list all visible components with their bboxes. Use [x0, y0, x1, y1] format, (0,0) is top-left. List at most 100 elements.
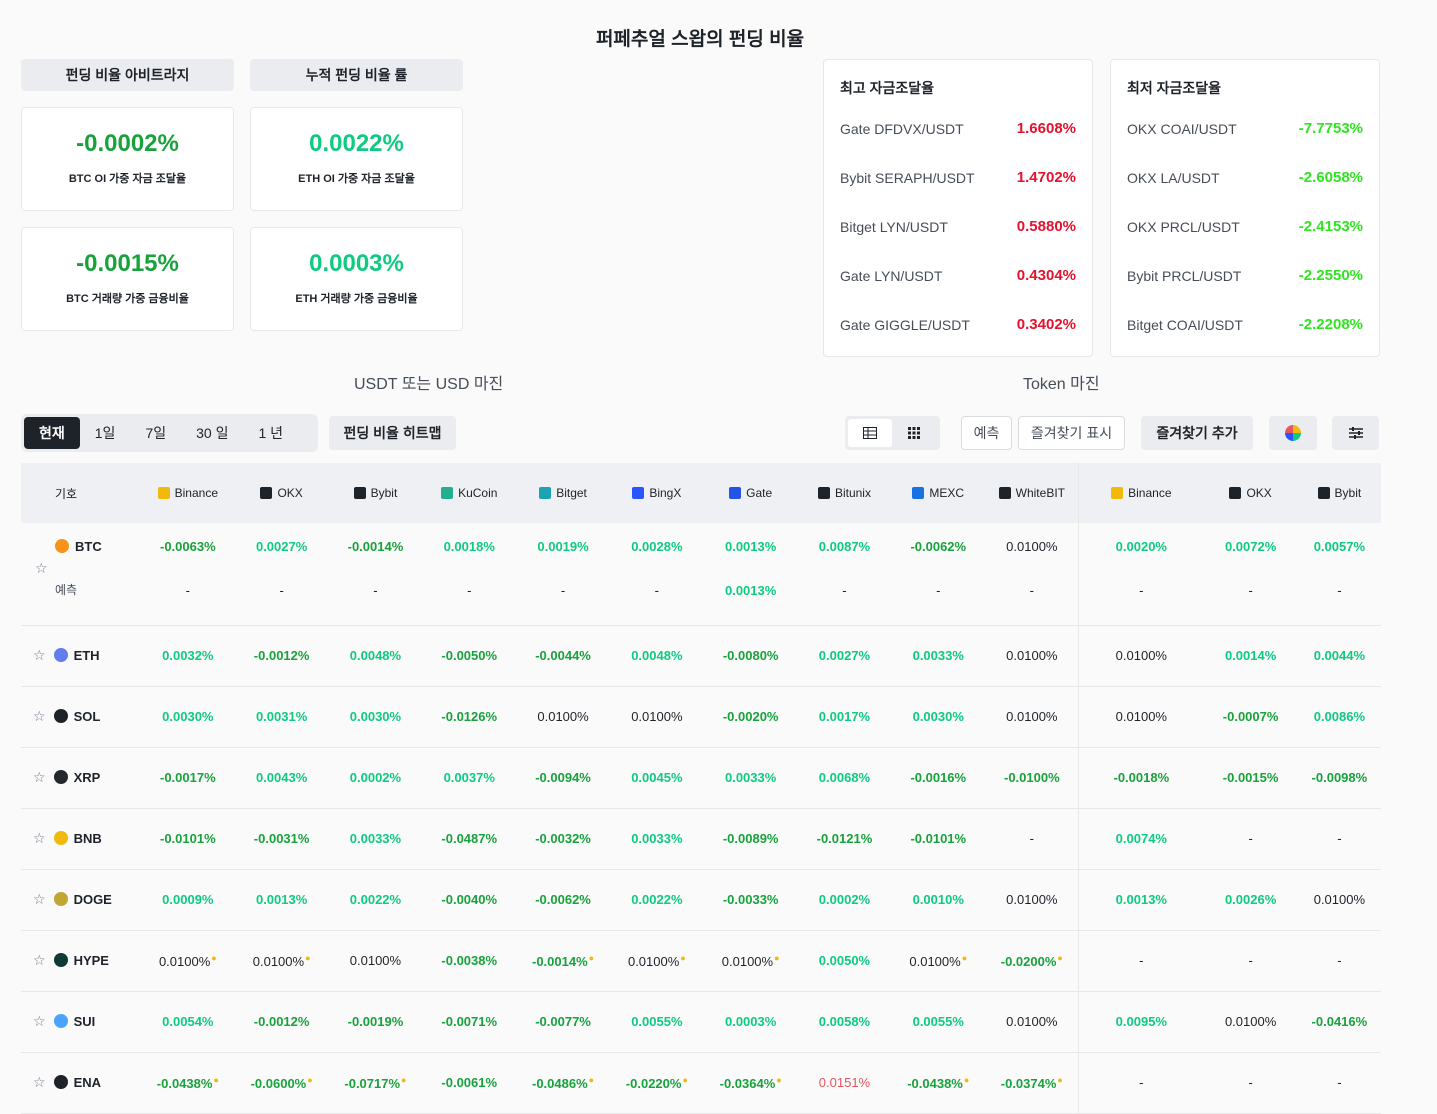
funding-rate-cell[interactable]: -: [1298, 930, 1381, 991]
funding-rate-cell[interactable]: 0.0009%: [141, 869, 235, 930]
funding-rate-cell[interactable]: 0.0003%: [704, 991, 798, 1052]
table-row-xrp[interactable]: ☆ XRP -0.0017% 0.0043% 0.0002% 0.0037% -0.0094…: [21, 747, 1381, 808]
exchange-header-bybit[interactable]: Bybit: [1298, 463, 1381, 523]
period-tab-now[interactable]: 현재: [24, 417, 80, 449]
funding-rate-cell[interactable]: 0.0028%: [610, 523, 703, 577]
funding-rate-cell[interactable]: 0.0020%: [1078, 523, 1204, 577]
funding-rate-cell[interactable]: 0.0086%: [1298, 686, 1381, 747]
exchange-header-mexc[interactable]: MEXC: [891, 463, 985, 523]
funding-rate-cell[interactable]: 0.0017%: [798, 686, 891, 747]
funding-rate-cell[interactable]: -0.0040%: [423, 869, 516, 930]
funding-rate-cell[interactable]: 0.0032%: [141, 625, 235, 686]
funding-rate-cell[interactable]: -0.0016%: [891, 747, 985, 808]
lowest-row[interactable]: Bybit PRCL/USDT -2.2550%: [1127, 251, 1363, 300]
funding-rate-cell[interactable]: -0.0080%: [704, 625, 798, 686]
period-tab-1d[interactable]: 1일: [80, 417, 131, 449]
star-icon[interactable]: ☆: [33, 1074, 46, 1090]
funding-rate-cell[interactable]: -0.0200%●: [985, 930, 1078, 991]
funding-rate-cell[interactable]: -0.0101%: [141, 808, 235, 869]
star-icon[interactable]: ☆: [33, 647, 46, 663]
funding-rate-cell[interactable]: -0.0220%●: [610, 1052, 703, 1113]
exchange-header-binance[interactable]: Binance: [1078, 463, 1204, 523]
funding-rate-cell[interactable]: 0.0100%●: [141, 930, 235, 991]
funding-rate-cell[interactable]: -0.0089%: [704, 808, 798, 869]
table-row-hype[interactable]: ☆ HYPE 0.0100%● 0.0100%● 0.0100% -0.0038% -0.0…: [21, 930, 1381, 991]
funding-rate-cell[interactable]: -0.0061%: [423, 1052, 516, 1113]
exchange-header-bingx[interactable]: BingX: [610, 463, 703, 523]
funding-rate-cell[interactable]: 0.0100%: [985, 869, 1078, 930]
funding-rate-cell[interactable]: 0.0045%: [610, 747, 703, 808]
funding-rate-cell[interactable]: -0.0031%: [235, 808, 328, 869]
exchange-header-okx[interactable]: OKX: [235, 463, 328, 523]
funding-rate-cell[interactable]: 0.0057%: [1298, 523, 1381, 577]
funding-rate-cell[interactable]: -0.0374%●: [985, 1052, 1078, 1113]
period-tab-1y[interactable]: 1 년: [243, 417, 298, 449]
funding-rate-cell[interactable]: 0.0026%: [1203, 869, 1297, 930]
lowest-row[interactable]: OKX COAI/USDT -7.7753%: [1127, 104, 1363, 153]
funding-rate-cell[interactable]: -0.0487%: [423, 808, 516, 869]
funding-rate-cell[interactable]: -: [1203, 930, 1297, 991]
funding-rate-cell[interactable]: 0.0014%: [1203, 625, 1297, 686]
funding-rate-cell[interactable]: 0.0013%: [235, 869, 328, 930]
funding-rate-cell[interactable]: 0.0100%●: [235, 930, 328, 991]
exchange-header-bitget[interactable]: Bitget: [516, 463, 610, 523]
funding-rate-cell[interactable]: 0.0013%: [704, 523, 798, 577]
funding-rate-cell[interactable]: 0.0100%: [516, 686, 610, 747]
funding-rate-cell[interactable]: -0.0038%: [423, 930, 516, 991]
funding-rate-cell[interactable]: -0.0017%: [141, 747, 235, 808]
funding-rate-cell[interactable]: -0.0486%●: [516, 1052, 610, 1113]
star-icon[interactable]: ☆: [33, 708, 46, 724]
funding-rate-cell[interactable]: 0.0100%: [328, 930, 422, 991]
funding-rate-cell[interactable]: 0.0095%: [1078, 991, 1204, 1052]
funding-rate-cell[interactable]: 0.0043%: [235, 747, 328, 808]
funding-rate-cell[interactable]: -0.0019%: [328, 991, 422, 1052]
funding-rate-cell[interactable]: -0.0012%: [235, 991, 328, 1052]
funding-rate-cell[interactable]: 0.0018%: [423, 523, 516, 577]
exchange-header-whitebit[interactable]: WhiteBIT: [985, 463, 1078, 523]
table-row-btc[interactable]: BTC ☆ -0.0063% 0.0027% -0.0014% 0.0018% 0.0019…: [21, 523, 1381, 577]
tab-funding-arbitrage[interactable]: 펀딩 비율 아비트라지: [21, 59, 234, 91]
funding-rate-cell[interactable]: -0.0600%●: [235, 1052, 328, 1113]
funding-rate-cell[interactable]: 0.0087%: [798, 523, 891, 577]
funding-rate-cell[interactable]: 0.0050%: [798, 930, 891, 991]
highest-row[interactable]: Gate DFDVX/USDT 1.6608%: [840, 104, 1076, 153]
funding-rate-cell[interactable]: 0.0100%: [1078, 625, 1204, 686]
period-tab-30d[interactable]: 30 일: [181, 417, 243, 449]
exchange-header-bitunix[interactable]: Bitunix: [798, 463, 891, 523]
predict-button[interactable]: 예측: [961, 416, 1012, 450]
funding-rate-cell[interactable]: -0.0071%: [423, 991, 516, 1052]
exchange-header-gate[interactable]: Gate: [704, 463, 798, 523]
funding-rate-cell[interactable]: -0.0015%: [1203, 747, 1297, 808]
funding-rate-cell[interactable]: 0.0010%: [891, 869, 985, 930]
grid-view-button[interactable]: [892, 419, 936, 447]
show-favorites-button[interactable]: 즐겨찾기 표시: [1018, 416, 1125, 450]
exchange-header-bybit[interactable]: Bybit: [328, 463, 422, 523]
funding-rate-cell[interactable]: 0.0100%●: [891, 930, 985, 991]
funding-rate-cell[interactable]: 0.0048%: [610, 625, 703, 686]
exchange-header-binance[interactable]: Binance: [141, 463, 235, 523]
lowest-row[interactable]: Bitget COAI/USDT -2.2208%: [1127, 300, 1363, 349]
funding-rate-cell[interactable]: -0.0050%: [423, 625, 516, 686]
funding-rate-cell[interactable]: -: [1203, 1052, 1297, 1113]
funding-rate-cell[interactable]: -0.0063%: [141, 523, 235, 577]
funding-rate-cell[interactable]: 0.0002%: [328, 747, 422, 808]
funding-rate-cell[interactable]: 0.0074%: [1078, 808, 1204, 869]
funding-rate-cell[interactable]: -0.0062%: [891, 523, 985, 577]
funding-rate-cell[interactable]: 0.0058%: [798, 991, 891, 1052]
funding-rate-cell[interactable]: -0.0062%: [516, 869, 610, 930]
funding-rate-cell[interactable]: 0.0100%: [1078, 686, 1204, 747]
funding-rate-cell[interactable]: 0.0100%: [610, 686, 703, 747]
star-icon[interactable]: ☆: [35, 560, 48, 576]
funding-rate-cell[interactable]: -: [1078, 1052, 1204, 1113]
funding-rate-cell[interactable]: -0.0077%: [516, 991, 610, 1052]
table-row-eth[interactable]: ☆ ETH 0.0032% -0.0012% 0.0048% -0.0050% -0.004…: [21, 625, 1381, 686]
funding-rate-cell[interactable]: 0.0100%●: [610, 930, 703, 991]
funding-rate-cell[interactable]: 0.0033%: [610, 808, 703, 869]
table-row-sol[interactable]: ☆ SOL 0.0030% 0.0031% 0.0030% -0.0126% 0.0100%…: [21, 686, 1381, 747]
funding-rate-cell[interactable]: 0.0030%: [891, 686, 985, 747]
table-row-sui[interactable]: ☆ SUI 0.0054% -0.0012% -0.0019% -0.0071% -0.00…: [21, 991, 1381, 1052]
funding-rate-cell[interactable]: -0.0018%: [1078, 747, 1204, 808]
funding-rate-cell[interactable]: 0.0030%: [328, 686, 422, 747]
funding-rate-cell[interactable]: -0.0020%: [704, 686, 798, 747]
star-icon[interactable]: ☆: [33, 1013, 46, 1029]
